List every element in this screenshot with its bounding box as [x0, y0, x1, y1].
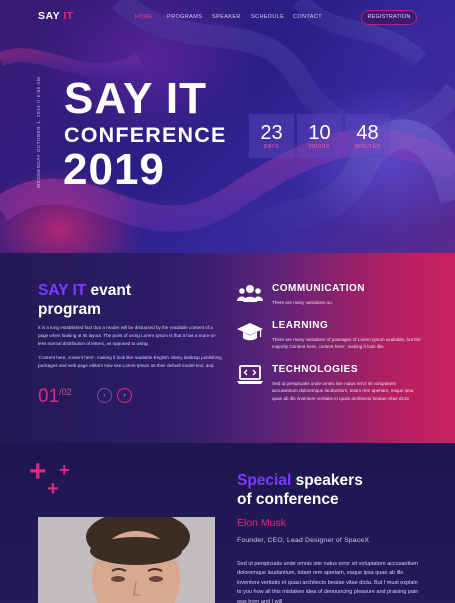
- countdown-minutes-value: 48: [356, 122, 379, 144]
- countdown-minutes: 48 Minutes: [345, 114, 390, 158]
- hero-section: SAY IT HOME PROGRAMS SPEAKER SCHEDULE CO…: [0, 0, 455, 253]
- speakers-title-accent: Special: [237, 472, 292, 489]
- page-total: /02: [59, 387, 72, 397]
- hero-title-line1: SAY IT: [64, 74, 207, 123]
- plus-decoration-icon: +: [29, 455, 47, 488]
- speaker-portrait-image: [38, 517, 215, 603]
- feature-communication-desc: There are many variations ou: [272, 300, 332, 305]
- prev-button[interactable]: ‹: [97, 388, 112, 403]
- nav-link-contact[interactable]: CONTACT: [293, 14, 322, 20]
- logo-text: SAY: [38, 10, 60, 22]
- countdown-hours-label: Hours: [309, 144, 330, 150]
- feature-learning-title: LEARNING: [272, 320, 329, 331]
- event-title-rest: evant: [86, 282, 132, 299]
- feature-learning: LEARNING There are many variations of pa…: [237, 320, 427, 356]
- nav-link-programs[interactable]: PROGRAMS: [167, 14, 202, 20]
- nav-link-home[interactable]: HOME: [135, 14, 153, 20]
- next-button[interactable]: ›: [117, 388, 132, 403]
- speaker-description: Sed ut perspiciatis unde omnis iste natu…: [237, 561, 419, 603]
- speaker-role: Founder, CEO, Lead Designer of SpaceX: [237, 537, 370, 544]
- feature-technologies: TECHNOLOGIES Sed ut perspiciatis unde om…: [237, 364, 427, 414]
- feature-communication: COMMUNICATION There are many variations …: [237, 283, 427, 313]
- chevron-left-icon: ‹: [103, 392, 106, 399]
- laptop-code-icon: [237, 365, 263, 384]
- top-navigation: SAY IT HOME PROGRAMS SPEAKER SCHEDULE CO…: [0, 10, 455, 26]
- speakers-title-rest: speakers: [291, 472, 363, 489]
- speakers-title-line2: of conference: [237, 491, 339, 508]
- event-paragraph-2: 'Content here, content here', making it …: [38, 355, 222, 368]
- event-title-line2: program: [38, 301, 101, 318]
- countdown-hours: 10 Hours: [297, 114, 342, 158]
- feature-technologies-title: TECHNOLOGIES: [272, 364, 359, 375]
- speaker-name[interactable]: Elon Musk: [237, 517, 286, 529]
- speaker-photo: [38, 517, 215, 603]
- feature-learning-desc: There are many variations of passages of…: [272, 337, 421, 350]
- plus-decoration-icon: +: [47, 478, 59, 500]
- countdown-days-label: Days: [263, 144, 280, 150]
- nav-link-speaker[interactable]: SPEAKER: [212, 14, 241, 20]
- event-section-title: SAY IT evant program: [38, 281, 131, 319]
- countdown-days-value: 23: [260, 122, 283, 144]
- speakers-section: + + + Special speakers of conference Elo…: [0, 443, 455, 603]
- hero-title-line2: CONFERENCE: [64, 123, 227, 147]
- event-program-section: SAY IT evant program It is a long establ…: [0, 253, 455, 443]
- nav-link-schedule[interactable]: SCHEDULE: [251, 14, 284, 20]
- countdown-hours-value: 10: [308, 122, 331, 144]
- feature-technologies-desc: Sed ut perspiciatis unde omnis iste natu…: [272, 381, 414, 401]
- countdown-days: 23 Days: [249, 114, 294, 158]
- page-current: 01: [38, 386, 60, 407]
- event-title-accent: SAY IT: [38, 282, 87, 299]
- feature-communication-title: COMMUNICATION: [272, 283, 365, 294]
- event-date-vertical: WEDNESDAY OCTOBER 1, 2019 // 6:00 AM: [36, 76, 41, 188]
- event-paragraph-1: It is a long established fact that a rea…: [38, 325, 217, 346]
- hero-title-line3: 2019: [63, 145, 165, 194]
- graduation-cap-icon: [237, 323, 263, 341]
- speakers-section-title: Special speakers of conference: [237, 471, 363, 509]
- chevron-right-icon: ›: [123, 392, 126, 399]
- users-icon: [237, 285, 263, 302]
- countdown-minutes-label: Minutes: [354, 144, 381, 150]
- registration-button[interactable]: REGISTRATION: [361, 10, 417, 25]
- logo-accent-text: IT: [63, 10, 74, 22]
- plus-decoration-icon: +: [59, 460, 70, 480]
- logo[interactable]: SAY IT: [38, 10, 74, 22]
- page-indicator: 01/02: [38, 386, 72, 408]
- countdown-timer: 23 Days 10 Hours 48 Minutes: [249, 114, 390, 158]
